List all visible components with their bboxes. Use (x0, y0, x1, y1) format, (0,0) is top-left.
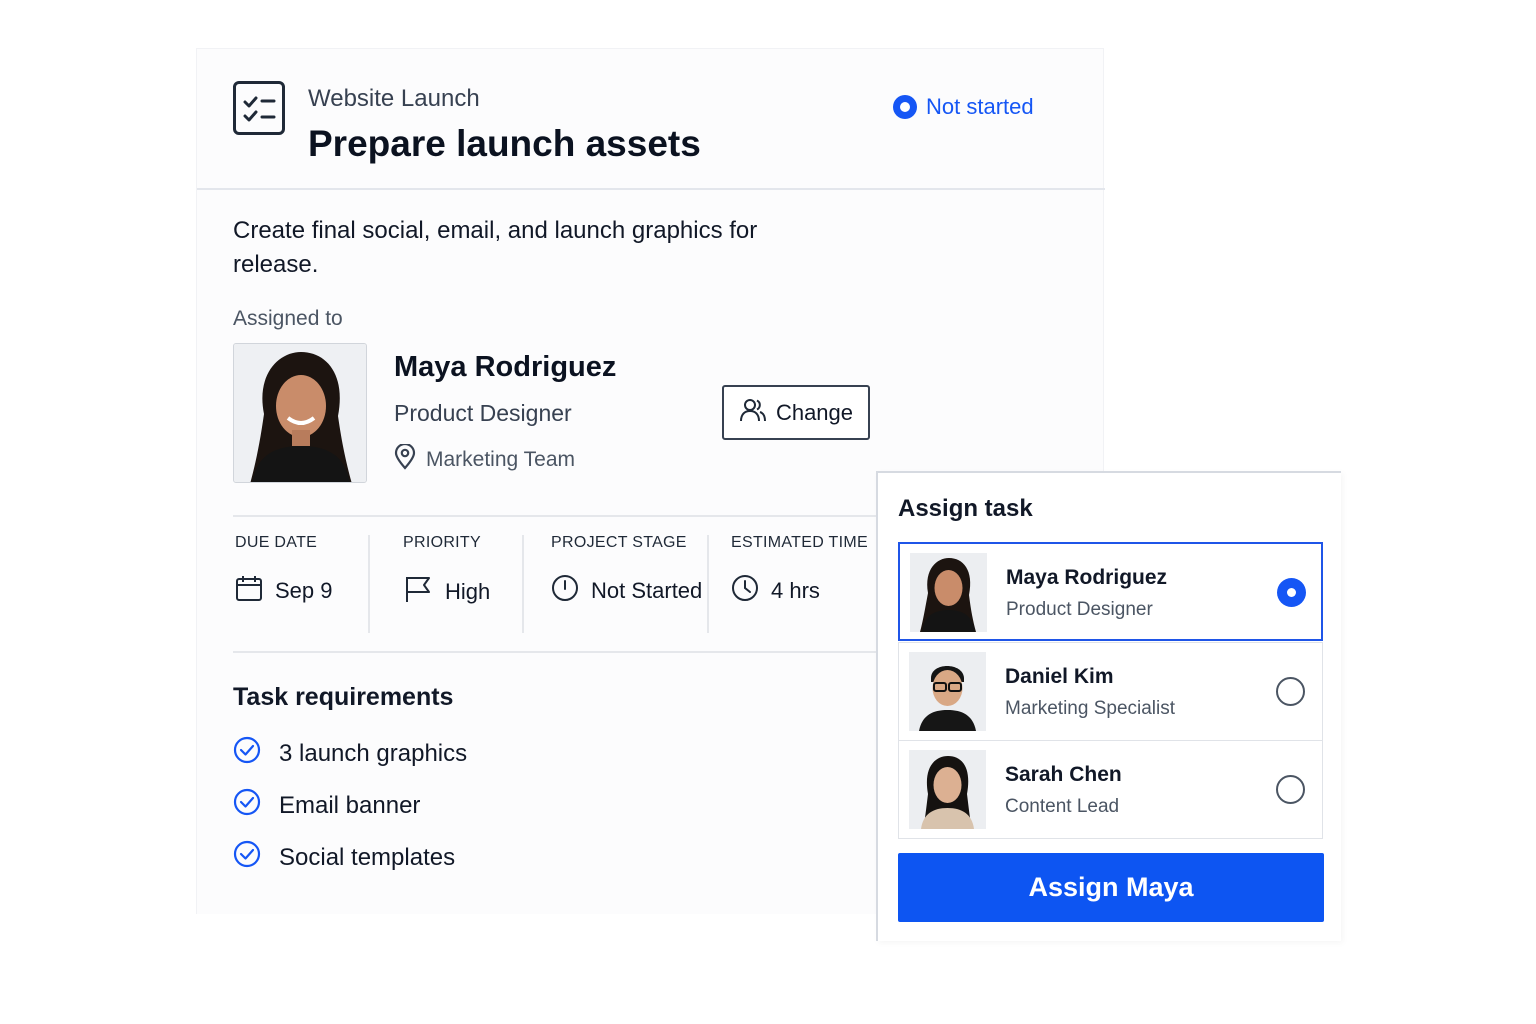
meta-priority: PRIORITY High (403, 534, 490, 610)
requirement-label: Social templates (279, 843, 456, 871)
requirement-item: Email banner (233, 788, 420, 823)
clock-icon (731, 574, 759, 608)
radio-unselected[interactable] (1276, 677, 1305, 706)
flag-icon (403, 574, 433, 610)
assign-panel-title: Assign task (898, 495, 1033, 522)
person-option-daniel[interactable]: Daniel Kim Marketing Specialist (898, 642, 1323, 741)
change-assignee-button[interactable]: Change (722, 385, 870, 440)
requirements-title: Task requirements (233, 683, 454, 711)
person-avatar (909, 652, 986, 731)
meta-value-row: High (403, 574, 490, 610)
meta-estimated-time: ESTIMATED TIME 4 hrs (731, 534, 868, 608)
calendar-icon (235, 574, 263, 608)
radio-unselected[interactable] (1276, 775, 1305, 804)
person-avatar (909, 750, 986, 829)
due-date-value: Sep 9 (275, 578, 333, 603)
radio-selected[interactable] (1277, 578, 1306, 607)
task-header: Website Launch Prepare launch assets Not… (197, 49, 1105, 190)
checklist-icon (233, 81, 285, 135)
requirement-item: 3 launch graphics (233, 736, 467, 771)
change-label: Change (775, 399, 854, 425)
assign-task-panel: Assign task Maya Rodriguez Product Desig… (876, 471, 1341, 941)
requirement-label: 3 launch graphics (279, 739, 468, 767)
meta-label: DUE DATE (235, 534, 318, 551)
assignee-name: Maya Rodriguez (394, 351, 617, 383)
person-role: Content Lead (1005, 796, 1120, 817)
check-circle-icon (233, 788, 261, 823)
task-title: Prepare launch assets (308, 123, 701, 164)
check-circle-icon (233, 840, 261, 875)
meta-value-row: Sep 9 (235, 574, 333, 608)
person-option-maya[interactable]: Maya Rodriguez Product Designer (898, 542, 1323, 641)
meta-project-stage: PROJECT STAGE Not Started (551, 534, 702, 608)
location-pin-icon (394, 442, 416, 476)
meta-label: ESTIMATED TIME (731, 534, 868, 551)
status-badge[interactable]: Not started (893, 94, 1034, 120)
stage-value: Not Started (591, 578, 703, 603)
meta-label: PROJECT STAGE (551, 534, 687, 551)
status-dot-icon (893, 95, 917, 119)
check-circle-icon (233, 736, 261, 771)
meta-label: PRIORITY (403, 534, 481, 551)
person-role: Marketing Specialist (1005, 698, 1176, 719)
meta-bottom-divider (233, 651, 879, 653)
meta-value-row: 4 hrs (731, 574, 868, 608)
person-name: Daniel Kim (1005, 665, 1114, 688)
meta-due-date: DUE DATE Sep 9 (235, 534, 333, 608)
meta-value-row: Not Started (551, 574, 702, 608)
assignee-team: Marketing Team (394, 442, 576, 476)
requirement-item: Social templates (233, 840, 455, 875)
assign-button[interactable]: Assign Maya (898, 853, 1324, 922)
assignee-role: Product Designer (394, 400, 572, 426)
priority-value: High (445, 579, 491, 604)
meta-separator (368, 535, 370, 633)
project-name: Website Launch (308, 85, 480, 112)
status-label: Not started (926, 94, 1034, 119)
users-icon (739, 397, 767, 429)
stage-clock-icon (551, 574, 579, 608)
meta-separator (707, 535, 709, 633)
team-label: Marketing Team (426, 448, 576, 471)
task-description: Create final social, email, and launch g… (233, 217, 758, 278)
requirement-label: Email banner (279, 791, 421, 819)
meta-top-divider (233, 515, 879, 517)
meta-separator (522, 535, 524, 633)
person-name: Maya Rodriguez (1006, 566, 1168, 589)
person-role: Product Designer (1006, 599, 1153, 620)
estimated-time-value: 4 hrs (771, 578, 820, 603)
person-option-sarah[interactable]: Sarah Chen Content Lead (898, 740, 1323, 839)
assignee-avatar (233, 343, 367, 483)
person-name: Sarah Chen (1005, 763, 1122, 786)
person-avatar (910, 553, 987, 632)
assigned-label: Assigned to (233, 307, 343, 330)
